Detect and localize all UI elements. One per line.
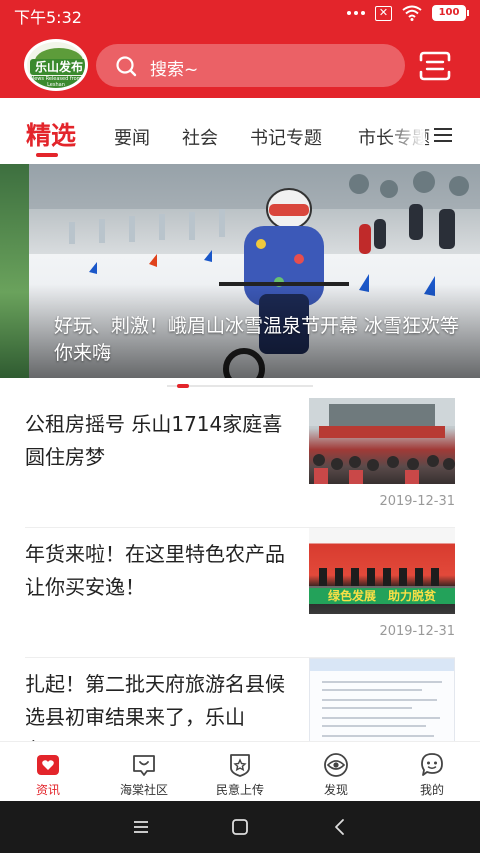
news-item[interactable]: 公租房摇号 乐山1714家庭喜圆住房梦 2019-12-31 <box>0 398 480 528</box>
logo-subtitle: News Released from Leshan <box>27 76 85 88</box>
upload-opinion-icon <box>230 754 250 777</box>
more-dots-icon <box>347 11 365 15</box>
tab-society[interactable]: 社会 <box>182 124 218 150</box>
wifi-icon <box>402 5 422 21</box>
nav-upload-opinion[interactable]: 民意上传 <box>192 742 288 802</box>
previous-slide-peek <box>0 164 29 378</box>
nav-profile[interactable]: 我的 <box>384 742 480 802</box>
status-bar: 下午5:32 ✕ 100 <box>0 0 480 28</box>
banner-carousel[interactable]: 好玩、刺激！峨眉山冰雪温泉节开幕 冰雪狂欢等你来嗨 <box>0 164 480 378</box>
discover-eye-icon <box>324 753 348 777</box>
search-bar[interactable]: 搜索~ <box>96 44 405 87</box>
document-line <box>322 717 440 719</box>
carousel-indicator <box>167 384 313 388</box>
document-line <box>322 681 442 683</box>
search-placeholder: 搜索~ <box>150 60 199 80</box>
menu-icon[interactable] <box>433 127 453 143</box>
nav-label: 发现 <box>323 783 348 797</box>
no-sim-icon: ✕ <box>375 5 392 21</box>
battery-icon: 100 <box>432 5 469 21</box>
document-line <box>322 725 426 727</box>
tab-secretary-topic[interactable]: 书记专题 <box>250 124 322 150</box>
community-icon <box>133 755 155 776</box>
banner-caption[interactable]: 好玩、刺激！峨眉山冰雪温泉节开幕 冰雪狂欢等你来嗨 <box>54 313 474 367</box>
nav-label: 民意上传 <box>215 783 264 797</box>
tab-featured[interactable]: 精选 <box>26 116 76 152</box>
home-icon[interactable] <box>230 817 250 837</box>
category-tabs: 精选 要闻 社会 书记专题 市长专题 <box>0 98 480 164</box>
tabs-fade <box>385 112 425 152</box>
document-line <box>322 707 412 709</box>
news-thumbnail-banner-text: 绿色发展 助力脱贫 <box>309 588 455 604</box>
news-date: 2019-12-31 <box>379 624 455 639</box>
logo-text: 乐山发布 <box>30 59 85 75</box>
status-icons: ✕ 100 <box>347 5 469 21</box>
app-logo[interactable]: 乐山发布 News Released from Leshan <box>24 39 88 91</box>
active-tab-indicator <box>36 153 58 157</box>
news-title[interactable]: 年货来啦！在这里特色农产品让你买安逸！ <box>25 538 295 604</box>
bottom-navigation: 资讯 海棠社区 民意上传 发现 我的 <box>0 741 480 801</box>
document-line <box>322 699 437 701</box>
document-header-strip <box>310 659 454 671</box>
scan-icon[interactable] <box>418 50 452 82</box>
system-navigation-bar <box>0 801 480 853</box>
news-thumbnail-scene <box>309 398 455 484</box>
search-icon <box>116 56 137 77</box>
recent-apps-icon[interactable] <box>131 817 151 837</box>
nav-news[interactable]: 资讯 <box>0 742 96 802</box>
carousel-active-dot <box>177 384 189 388</box>
document-line <box>322 735 434 737</box>
status-time: 下午5:32 <box>14 8 82 27</box>
profile-icon <box>421 753 443 776</box>
nav-label: 我的 <box>419 783 444 797</box>
news-date: 2019-12-31 <box>379 494 455 509</box>
news-title[interactable]: 公租房摇号 乐山1714家庭喜圆住房梦 <box>25 408 295 474</box>
news-thumbnail <box>309 658 455 744</box>
nav-discover[interactable]: 发现 <box>288 742 384 802</box>
nav-label: 资讯 <box>35 783 60 797</box>
document-line <box>322 689 422 691</box>
news-icon <box>37 755 59 775</box>
news-thumbnail: 绿色发展 助力脱贫 <box>309 528 455 614</box>
nav-community[interactable]: 海棠社区 <box>96 742 192 802</box>
news-item[interactable]: 年货来啦！在这里特色农产品让你买安逸！ 绿色发展 助力脱贫 2019-12-31 <box>0 528 480 658</box>
news-thumbnail <box>309 398 455 484</box>
nav-label: 海棠社区 <box>119 783 168 797</box>
back-icon[interactable] <box>330 817 350 837</box>
tab-headlines[interactable]: 要闻 <box>114 124 150 150</box>
